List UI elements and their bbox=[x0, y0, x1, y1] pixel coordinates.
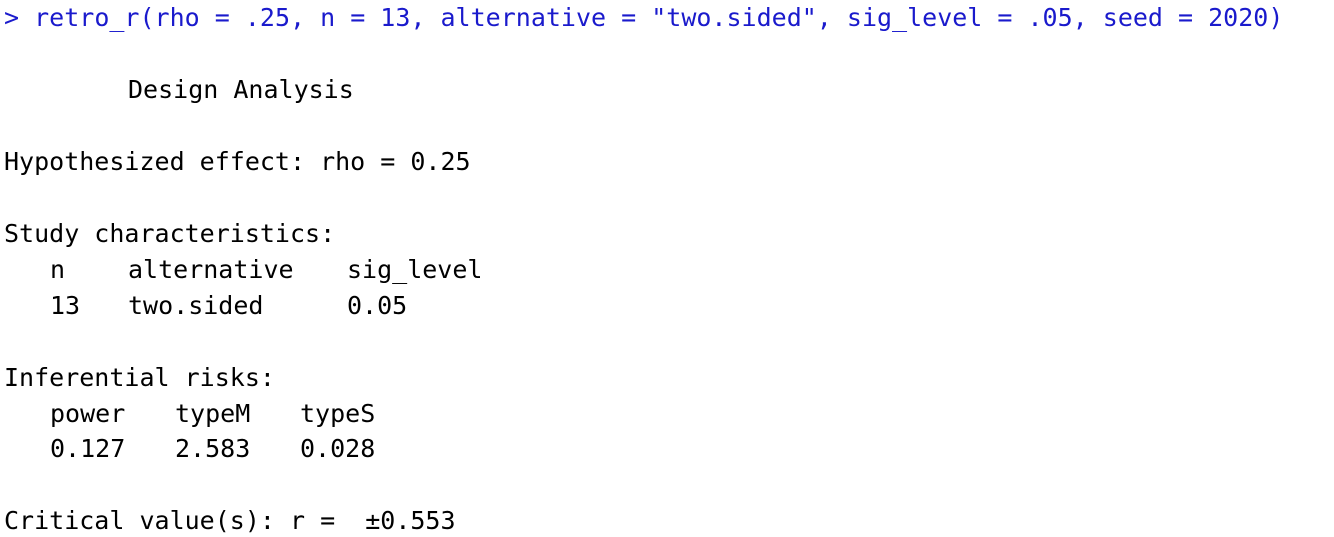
study-header-n: n bbox=[50, 255, 66, 284]
console-prompt: > bbox=[4, 3, 20, 32]
output-heading: Design Analysis bbox=[128, 75, 354, 104]
risks-header-typem: typeM bbox=[175, 399, 251, 428]
command-line: > retro_r(rho = .25, n = 13, alternative… bbox=[4, 3, 1283, 33]
study-value-alternative: two.sided bbox=[128, 291, 264, 320]
risks-header-power: power bbox=[50, 399, 126, 428]
study-value-n: 13 bbox=[50, 291, 81, 320]
study-characteristics-title: Study characteristics: bbox=[4, 219, 336, 248]
risks-header-types: typeS bbox=[300, 399, 376, 428]
critical-value: Critical value(s): r = ±0.553 bbox=[4, 506, 456, 535]
study-value-sig-level: 0.05 bbox=[347, 291, 408, 320]
risks-value-types: 0.028 bbox=[300, 434, 376, 463]
study-header-alternative: alternative bbox=[128, 255, 294, 284]
inferential-risks-title: Inferential risks: bbox=[4, 363, 275, 392]
command-text: retro_r(rho = .25, n = 13, alternative =… bbox=[34, 3, 1284, 32]
hypothesized-effect: Hypothesized effect: rho = 0.25 bbox=[4, 147, 471, 176]
r-console: > retro_r(rho = .25, n = 13, alternative… bbox=[0, 0, 1334, 537]
risks-value-power: 0.127 bbox=[50, 434, 126, 463]
study-header-sig-level: sig_level bbox=[347, 255, 483, 284]
risks-value-typem: 2.583 bbox=[175, 434, 251, 463]
